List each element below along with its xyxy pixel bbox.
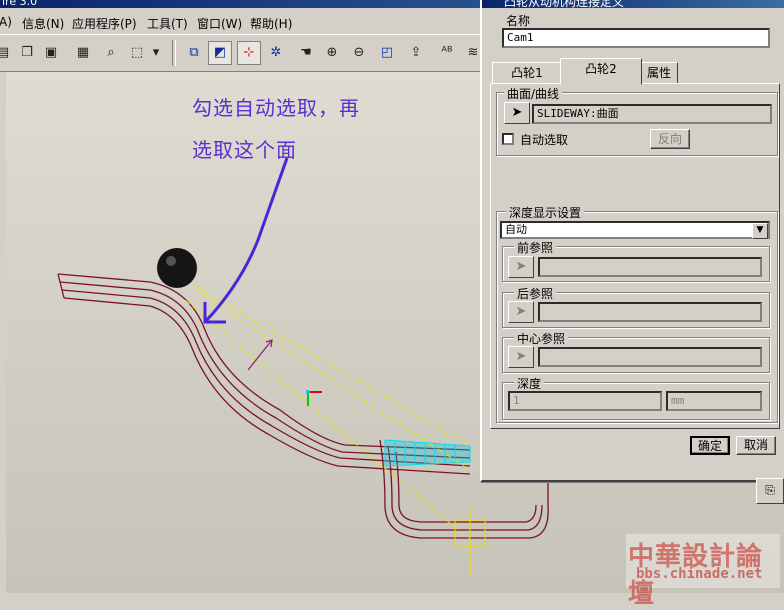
depth-value-field[interactable]: 1 [508,391,662,411]
select-surface-button[interactable]: ➤ [504,102,530,124]
reverse-button[interactable]: 反向 [650,129,690,149]
depth-mode-value: 自动 [505,223,527,236]
surface-curve-group-label: 曲面/曲线 [504,85,563,102]
refit-icon[interactable]: ◰ [376,42,398,64]
menu-item-help[interactable]: 帮助(H) [250,15,292,32]
front-reference-button[interactable]: ➤ [508,256,534,278]
repaint-icon[interactable]: ◩ [208,41,232,65]
depth-display-group-label: 深度显示设置 [506,204,585,221]
dropdown-icon[interactable]: ▾ [150,42,162,64]
annotation-icon[interactable]: ᴬᴮ [436,42,458,64]
center-reference-button[interactable]: ➤ [508,346,534,368]
menu-item-applications[interactable]: 应用程序(P) [72,15,137,32]
cancel-button[interactable]: 取消 [736,436,776,455]
menu-item-tools[interactable]: 工具(T) [147,15,188,32]
cursor-arrow-icon: ➤ [515,304,527,319]
front-reference-label: 前参照 [514,239,557,256]
cam-follower-dialog: 凸轮从动机构连接定义 名称 Cam1 凸轮1 凸轮2 属性 曲面/曲线 ➤ SL… [480,0,784,482]
print-icon[interactable]: ▤ [0,42,14,64]
cursor-arrow-icon: ➤ [511,105,523,120]
spin-center-icon[interactable]: ⊹ [237,41,261,65]
auto-select-label: 自动选取 [520,133,569,147]
annotation-line-1: 勾选自动选取，再 [192,96,360,120]
app-title: ire 3.0 [2,0,38,8]
tab-properties[interactable]: 属性 [640,62,678,84]
surface-reference-field[interactable]: SLIDEWAY:曲面 [532,104,772,124]
copy-icon[interactable]: ❐ [16,42,38,64]
select-box-icon[interactable]: ⬚ [126,42,148,64]
back-reference-field[interactable] [538,302,762,322]
paste-icon[interactable]: ▣ [40,42,62,64]
toolbar-separator [172,40,176,66]
tab-cam1[interactable]: 凸轮1 [492,62,562,84]
zoom-out-icon[interactable]: ⊖ [348,42,370,64]
center-reference-field[interactable] [538,347,762,367]
watermark-url: bbs.chinade.net [636,566,763,582]
chevron-down-icon[interactable]: ▼ [752,223,768,239]
depth-label: 深度 [514,375,545,392]
depth-unit-field[interactable]: mm [666,391,762,411]
auto-select-checkbox[interactable] [502,133,514,145]
name-field[interactable]: Cam1 [502,28,770,48]
side-toolbar-icon[interactable]: ⎘ [756,478,784,504]
tab-cam2[interactable]: 凸轮2 [560,58,642,85]
dialog-title-bar: 凸轮从动机构连接定义 [482,0,784,8]
ok-button[interactable]: 确定 [690,436,730,455]
view-icon[interactable]: ⇪ [405,42,427,64]
front-reference-field[interactable] [538,257,762,277]
zoom-in-icon[interactable]: ⊕ [321,42,343,64]
menu-item-application[interactable]: A) [0,15,12,29]
cursor-arrow-icon: ➤ [515,259,527,274]
back-reference-button[interactable]: ➤ [508,301,534,323]
pan-icon[interactable]: ☚ [295,42,317,64]
dialog-title: 凸轮从动机构连接定义 [504,0,625,8]
menu-item-info[interactable]: 信息(N) [22,15,64,32]
cursor-arrow-icon: ➤ [515,349,527,364]
named-views-icon[interactable]: ⧉ [183,42,205,64]
find-icon[interactable]: ⌕ [100,42,122,64]
center-reference-label: 中心参照 [514,330,569,347]
annotation-line-2: 选取这个面 [192,138,297,162]
menu-item-window[interactable]: 窗口(W) [197,15,242,32]
paste-special-icon[interactable]: ▦ [72,42,94,64]
depth-mode-select[interactable]: 自动 ▼ [500,221,770,239]
back-reference-label: 后参照 [514,285,557,302]
orient-icon[interactable]: ✲ [265,42,287,64]
name-label: 名称 [506,14,531,28]
